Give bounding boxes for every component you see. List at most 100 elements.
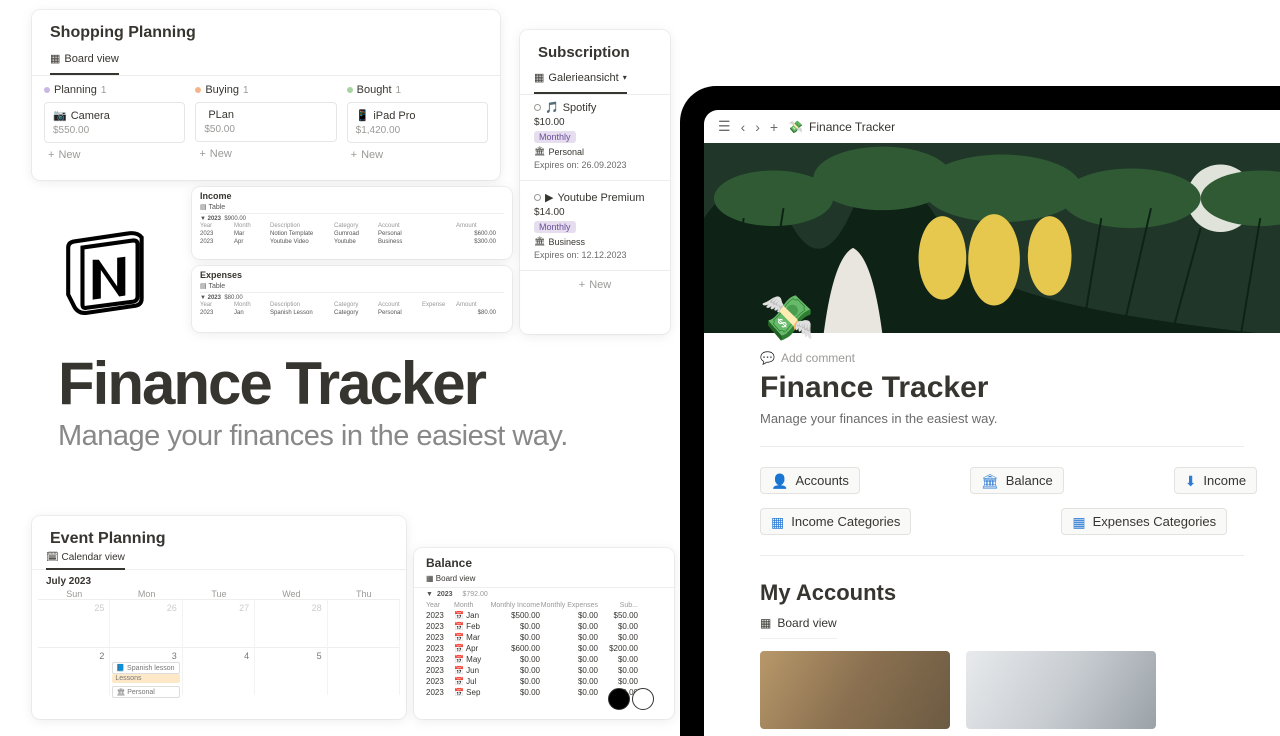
event-pill[interactable]: 🏛 Personal [112,686,179,698]
tab-board-view[interactable]: ▦ Board view [426,574,475,583]
expires-text: Expires on: 12.12.2023 [534,250,656,260]
page-icon[interactable]: 💸 [760,297,1244,341]
calendar-cell[interactable]: 5 [255,647,327,695]
card-icon: 📱 [356,109,370,122]
new-subscription-button[interactable]: +New [520,275,670,295]
my-accounts-heading: My Accounts [760,580,1244,606]
subscription-title: Subscription [520,30,670,67]
divider [760,446,1244,447]
add-comment-button[interactable]: 💬 Add comment [760,351,1244,365]
calendar-month: July 2023 [32,570,406,589]
account-card[interactable] [760,651,950,729]
status-dot [195,87,201,93]
calendar-cell[interactable]: 25 [38,599,110,647]
period-chip: Monthly [534,221,576,233]
tab-board-view[interactable]: ▦ Board view [50,48,119,75]
swatch-white[interactable] [632,688,654,710]
card-price: $1,420.00 [356,125,479,136]
menu-icon[interactable]: ☰ [718,118,731,135]
shopping-title: Shopping Planning [32,10,500,48]
shopping-planning-card: Shopping Planning ▦ Board view Planning … [32,10,500,180]
event-planning-card: Event Planning 🗓 Calendar view July 2023… [32,516,406,719]
sub-icon: 🎵 [545,101,559,114]
table-row[interactable]: 2023📅 May$0.00$0.00$0.00 [426,654,662,665]
back-icon[interactable]: ‹ [741,119,746,135]
column-header[interactable]: Bought 1 [347,84,488,96]
board-column: Planning 1 📷Camera $550.00 +New [44,84,185,163]
calendar-cell[interactable] [328,647,400,695]
tablet-frame: ☰ ‹ › + 💸 Finance Tracker [680,86,1280,736]
card-icon: 📷 [53,109,67,122]
table-row[interactable]: 2023📅 Feb$0.00$0.00$0.00 [426,621,662,632]
download-icon: ⬇ [1185,474,1197,488]
page-title[interactable]: Finance Tracker [760,371,1244,405]
calendar-cell[interactable]: 2 [38,647,110,695]
table-row[interactable]: 2023📅 Mar$0.00$0.00$0.00 [426,632,662,643]
new-card-button[interactable]: +New [44,147,185,163]
card-price: $550.00 [53,125,176,136]
bank-icon: 🏛 [534,146,545,157]
calendar-cell[interactable] [328,599,400,647]
day-header: Wed [255,589,327,599]
calendar-cell[interactable]: 3📘 Spanish lesson Lessons 🏛 Personal [110,647,182,695]
table-row[interactable]: 2023📅 Jan$500.00$0.00$50.00 [426,610,662,621]
subscription-item[interactable]: 🎵Spotify $10.00 Monthly 🏛Personal Expire… [520,95,670,176]
plus-icon: + [351,149,357,161]
breadcrumb[interactable]: 💸 Finance Tracker [788,120,895,134]
calendar-cell[interactable]: 4 [183,647,255,695]
board-card[interactable]: 📱iPad Pro $1,420.00 [347,102,488,143]
sub-name: Spotify [563,102,597,114]
color-swatches[interactable] [608,688,654,710]
board-card[interactable]: PLan $50.00 [195,102,336,142]
tab-gallery-view[interactable]: ▦ Galerieansicht ▾ [534,67,627,94]
plus-icon[interactable]: + [770,119,778,135]
day-header: Tue [183,589,255,599]
status-dot [347,87,353,93]
subscription-item[interactable]: ▶Youtube Premium $14.00 Monthly 🏛Busines… [520,185,670,266]
plus-icon: + [199,148,205,160]
sub-price: $14.00 [534,207,656,218]
calendar-cell[interactable]: 28 [255,599,327,647]
notion-topbar: ☰ ‹ › + 💸 Finance Tracker [704,110,1280,143]
bank-icon: 🏛 [981,474,999,488]
hero-headline: Finance Tracker Manage your finances in … [58,354,568,453]
event-pill[interactable]: 📘 Spanish lesson [112,662,179,674]
column-header[interactable]: Buying 1 [195,84,336,96]
swatch-black[interactable] [608,688,630,710]
account-name: Business [548,237,585,247]
card-title: iPad Pro [373,110,415,122]
sub-name: Youtube Premium [557,192,644,204]
new-card-button[interactable]: +New [347,147,488,163]
radio-icon [534,104,541,111]
income-title: Income [200,191,504,201]
income-button[interactable]: ⬇Income [1174,467,1257,494]
expenses-thumbnail: Expenses ▤ Table ▼ 2023 $80.00 YearMonth… [192,266,512,332]
account-card[interactable] [966,651,1156,729]
tab-board-view[interactable]: ▦Board view [760,616,837,639]
accounts-button[interactable]: 👤Accounts [760,467,860,494]
new-card-button[interactable]: +New [195,146,336,162]
period-chip: Monthly [534,131,576,143]
expenses-categories-button[interactable]: ▦Expenses Categories [1061,508,1227,535]
board-card[interactable]: 📷Camera $550.00 [44,102,185,143]
table-row[interactable]: 2023📅 Jun$0.00$0.00$0.00 [426,665,662,676]
table-row[interactable]: 2023📅 Apr$600.00$0.00$200.00 [426,643,662,654]
day-header: Sun [38,589,110,599]
table-row[interactable]: 2023📅 Jul$0.00$0.00$0.00 [426,676,662,687]
forward-icon[interactable]: › [755,119,760,135]
card-price: $50.00 [204,124,327,135]
calendar-cell[interactable]: 27 [183,599,255,647]
column-header[interactable]: Planning 1 [44,84,185,96]
column-name: Bought [357,84,392,96]
divider [760,555,1244,556]
calendar-cell[interactable]: 26 [110,599,182,647]
income-categories-button[interactable]: ▦Income Categories [760,508,911,535]
balance-title: Balance [414,554,674,572]
sub-price: $10.00 [534,117,656,128]
tab-calendar-view[interactable]: 🗓 Calendar view [46,552,125,570]
subscription-card: Subscription ▦ Galerieansicht ▾ 🎵 Spotify… [520,30,670,334]
board-column: Bought 1 📱iPad Pro $1,420.00 +New [347,84,488,163]
column-name: Buying [205,84,239,96]
balance-button[interactable]: 🏛Balance [970,467,1064,494]
event-pill[interactable]: Lessons [112,674,179,683]
